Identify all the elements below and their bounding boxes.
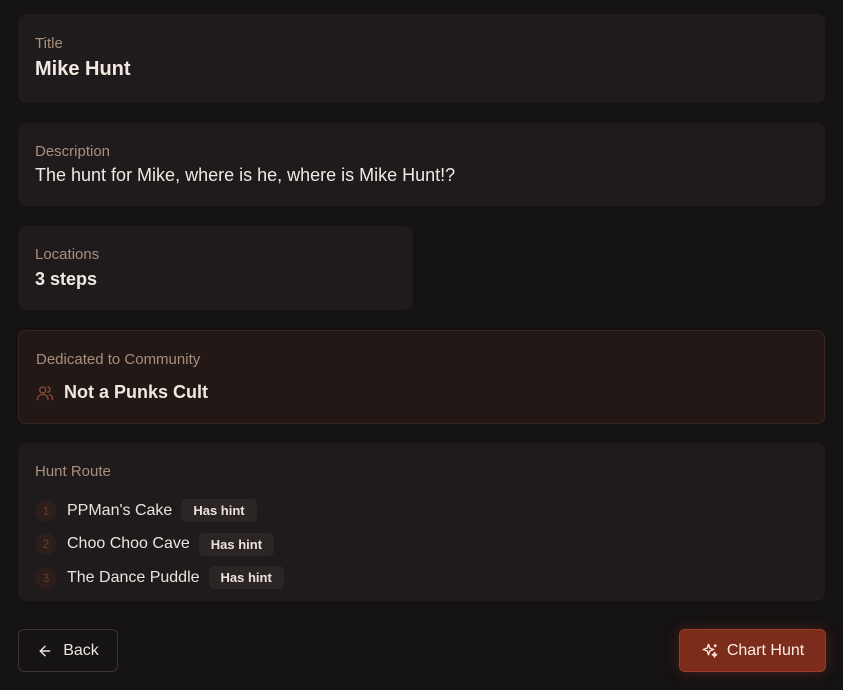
title-label: Title	[35, 35, 63, 52]
step-name: PPMan's Cake	[67, 501, 173, 519]
community-row: Not a Punks Cult	[36, 382, 208, 403]
route-step: 1 PPMan's Cake Has hint	[35, 494, 284, 528]
locations-label: Locations	[35, 246, 100, 263]
route-label: Hunt Route	[35, 463, 111, 480]
locations-value: 3 steps	[35, 269, 98, 289]
hint-badge: Has hint	[208, 566, 284, 590]
community-name: Not a Punks Cult	[64, 382, 209, 402]
arrow-left-icon	[37, 643, 53, 659]
hint-badge: Has hint	[198, 532, 275, 556]
locations-card: Locations 3 steps	[18, 226, 413, 310]
community-card: Dedicated to Community Not a Punks Cult	[18, 330, 825, 424]
title-card: Title Mike Hunt	[18, 14, 825, 103]
description-card: Description The hunt for Mike, where is …	[18, 123, 825, 206]
hint-badge: Has hint	[181, 499, 257, 523]
route-step: 2 Choo Choo Cave Has hint	[35, 528, 284, 562]
chart-hunt-label: Chart Hunt	[726, 641, 805, 659]
back-button[interactable]: Back	[18, 629, 118, 672]
description-value: The hunt for Mike, where is he, where is…	[35, 165, 456, 185]
sparkles-icon	[701, 642, 719, 660]
chart-hunt-button[interactable]: Chart Hunt	[679, 629, 826, 672]
step-name: Choo Choo Cave	[67, 535, 190, 553]
title-value: Mike Hunt	[35, 58, 131, 80]
route-step: 3 The Dance Puddle Has hint	[35, 561, 284, 595]
route-list: 1 PPMan's Cake Has hint 2 Choo Choo Cave…	[35, 494, 284, 595]
step-name: The Dance Puddle	[67, 568, 200, 586]
step-number: 1	[35, 499, 57, 522]
step-number: 2	[35, 533, 57, 556]
community-label: Dedicated to Community	[36, 351, 201, 368]
users-icon	[36, 384, 54, 402]
step-number: 3	[35, 566, 57, 589]
back-button-label: Back	[63, 641, 99, 659]
description-label: Description	[35, 143, 111, 160]
route-card: Hunt Route 1 PPMan's Cake Has hint 2 Cho…	[18, 443, 825, 601]
